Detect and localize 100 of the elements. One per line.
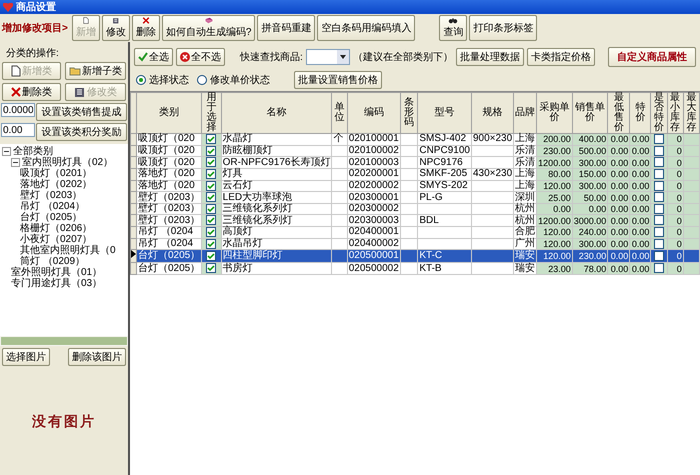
checkbox[interactable] (206, 204, 216, 214)
setting-button[interactable]: 设置该类积分奖励 (36, 123, 127, 141)
checkbox[interactable] (654, 134, 664, 144)
table-cell: 230.00 (543, 146, 571, 156)
checkbox[interactable] (206, 134, 216, 144)
table-cell: 0.00 (632, 146, 650, 156)
checkbox[interactable] (654, 180, 664, 191)
table-cell: 瑞安 (515, 250, 536, 262)
column-header[interactable]: 编码 (347, 92, 400, 134)
toolbar-button[interactable]: 如何自动生成编码? (162, 15, 256, 41)
column-header[interactable]: 规格 (471, 92, 514, 134)
checkbox[interactable] (206, 251, 216, 262)
tree-item[interactable]: 全部类别 (13, 146, 53, 157)
select-button[interactable]: 全选 (134, 48, 173, 66)
column-header[interactable]: 型号 (418, 92, 472, 134)
mode-radio[interactable]: 选择状态 (136, 72, 189, 86)
checkbox[interactable] (654, 157, 664, 168)
tree-item[interactable]: 台灯（0205） (20, 212, 82, 223)
toolbar-button[interactable]: 查询 (439, 15, 468, 41)
toolbar-button[interactable]: 拼音码重建 (257, 15, 316, 41)
checkbox[interactable] (654, 146, 664, 156)
tree-item[interactable]: 筒灯 （0209） (20, 256, 86, 267)
table-cell: 1200.00 (538, 158, 571, 168)
checkbox[interactable] (206, 157, 216, 168)
tree-item[interactable]: 专门用途灯具（03） (11, 278, 102, 289)
tree-item[interactable]: 室内照明灯具（02） (22, 157, 114, 168)
table-cell: 020500001 (348, 250, 399, 262)
column-header[interactable]: 品牌 (514, 92, 537, 134)
search-dropdown[interactable] (306, 49, 350, 65)
collapse-icon[interactable] (2, 147, 11, 156)
setting-button[interactable]: 设置该类销售提成 (36, 103, 127, 121)
toolbar-button[interactable]: 修改 (102, 15, 130, 41)
tree-item[interactable]: 小夜灯（0207） (20, 234, 92, 245)
column-header[interactable]: 最低售价 (608, 92, 630, 134)
input-field[interactable]: 0.0000 (1, 103, 35, 117)
cross-icon (11, 87, 21, 97)
toolbar-button[interactable]: 删除 (132, 15, 160, 41)
table-cell: 台灯（0205） (138, 250, 200, 262)
table-cell: 深圳 (515, 192, 536, 203)
scrollbar[interactable] (0, 336, 128, 346)
image-button[interactable]: 删除该图片 (68, 348, 126, 366)
tree-item[interactable]: 落地灯（0202） (20, 179, 92, 190)
checkbox[interactable] (654, 215, 664, 226)
checkbox[interactable] (206, 263, 216, 274)
page-icon (80, 17, 91, 24)
action-button[interactable]: 卡类指定价格 (527, 48, 595, 66)
column-header[interactable]: 类别 (136, 92, 202, 134)
category-button[interactable]: 删除类 (2, 83, 61, 101)
checkbox[interactable] (206, 215, 216, 226)
checkbox[interactable] (654, 238, 664, 249)
tree-item[interactable]: 壁灯（0203） (20, 190, 82, 201)
tree-item[interactable]: 吸顶灯（0201） (20, 168, 92, 179)
table-cell: 230.00 (578, 251, 606, 262)
table-cell: OR-NPFC9176长寿顶灯 (222, 156, 330, 168)
table-cell: BDL (419, 214, 439, 226)
column-header[interactable]: 用于选择 (202, 92, 222, 134)
tree-item[interactable]: 其他室内照明灯具（0 (20, 245, 116, 256)
table-cell: 0 (676, 192, 682, 203)
batch-price-button[interactable]: 批量设置销售价格 (294, 70, 382, 88)
tree-item[interactable]: 吊灯 （0204） (20, 201, 86, 212)
checkbox[interactable] (654, 192, 664, 202)
column-header[interactable]: 条形码 (400, 92, 418, 134)
mode-radio[interactable]: 修改单价状态 (197, 72, 270, 86)
checkbox[interactable] (206, 168, 216, 179)
checkbox[interactable] (654, 227, 664, 238)
image-button[interactable]: 选择图片 (2, 348, 50, 366)
select-button[interactable]: 全不选 (176, 48, 225, 66)
checkbox[interactable] (206, 180, 216, 191)
action-button[interactable]: 自定义商品属性 (608, 47, 696, 67)
toolbar-button[interactable]: 打印条形标签 (469, 15, 538, 41)
tree-item[interactable]: 室外照明灯具（01） (11, 267, 102, 278)
checkbox[interactable] (206, 227, 216, 238)
cross-icon (140, 17, 151, 24)
table-cell: 0.00 (610, 239, 628, 250)
checkbox[interactable] (654, 263, 664, 274)
table-cell: 0.00 (632, 158, 650, 168)
checkbox[interactable] (206, 192, 216, 202)
checkbox[interactable] (654, 204, 664, 214)
category-button[interactable]: 新增子类 (65, 62, 126, 80)
table-cell: 个 (333, 133, 344, 144)
table-cell: 吸顶灯（020 (138, 156, 195, 168)
table-cell: 020300001 (348, 192, 399, 203)
column-header[interactable]: 名称 (221, 92, 332, 134)
column-header[interactable]: 最小库存 (667, 92, 684, 134)
checkbox[interactable] (206, 146, 216, 156)
column-header[interactable]: 是否特价 (650, 92, 668, 134)
toolbar-button[interactable]: 空白条码用编码填入 (317, 15, 416, 41)
input-field[interactable]: 0.00 (1, 123, 35, 137)
column-header[interactable]: 最大库存 (683, 92, 700, 134)
column-header[interactable]: 特价 (630, 92, 651, 134)
column-header[interactable]: 单位 (332, 92, 348, 134)
column-header[interactable]: 销售单价 (572, 92, 608, 134)
table-cell: KT-C (419, 250, 442, 262)
tree-item[interactable]: 格栅灯（0206） (20, 223, 92, 234)
checkbox[interactable] (206, 238, 216, 249)
checkbox[interactable] (654, 168, 664, 179)
collapse-icon[interactable] (11, 158, 20, 167)
action-button[interactable]: 批量处理数据 (456, 48, 524, 66)
column-header[interactable]: 采购单价 (536, 92, 572, 134)
checkbox[interactable] (654, 251, 664, 262)
